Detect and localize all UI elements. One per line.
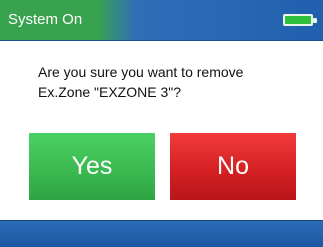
no-button-label: No — [217, 152, 249, 180]
no-button[interactable]: No — [170, 133, 296, 200]
yes-button[interactable]: Yes — [29, 133, 155, 200]
confirm-message: Are you sure you want to remove Ex.Zone … — [38, 62, 308, 102]
battery-full-icon — [283, 14, 317, 26]
device-screen: System On Are you sure you want to remov… — [0, 0, 323, 247]
status-bar: System On — [0, 0, 323, 41]
footer-bar — [0, 220, 323, 247]
confirm-message-line-1: Are you sure you want to remove — [38, 64, 244, 80]
yes-button-label: Yes — [71, 152, 113, 180]
status-title: System On — [8, 11, 83, 28]
confirm-message-line-2: Ex.Zone "EXZONE 3"? — [38, 84, 181, 100]
